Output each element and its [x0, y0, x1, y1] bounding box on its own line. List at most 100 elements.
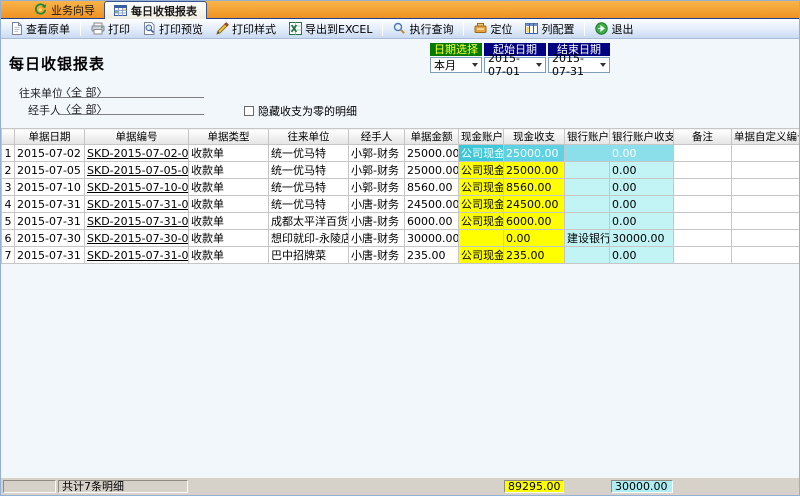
view-original-icon — [11, 22, 23, 35]
doc-no-link[interactable]: SKD-2015-07-02-0001 — [87, 147, 189, 160]
cell-bank-account — [565, 179, 610, 196]
doc-no-link[interactable]: SKD-2015-07-30-0002 — [87, 232, 189, 245]
cell-cash-amount: 235.00 — [504, 247, 565, 264]
cell-cash-account: 公司现金 — [459, 179, 504, 196]
chevron-down-icon — [536, 63, 542, 67]
toolbar-button-label: 定位 — [490, 21, 512, 37]
exit-button[interactable]: 退出 — [589, 20, 639, 37]
doc-no-link[interactable]: SKD-2015-07-05-0001 — [87, 164, 189, 177]
doc-no-link[interactable]: SKD-2015-07-10-0001 — [87, 181, 189, 194]
cell-remark — [674, 196, 732, 213]
column-header[interactable]: 现金账户 — [459, 129, 504, 145]
print-preview-button[interactable]: 打印预览 — [137, 20, 209, 37]
handler-filter-input[interactable]: 〈全 部〉 — [58, 101, 204, 115]
column-header[interactable]: 单据编号 — [85, 129, 189, 145]
cell-doc-date: 2015-07-31 — [15, 213, 85, 230]
partner-filter-input[interactable]: 〈全 部〉 — [58, 84, 204, 98]
cell-doc-date: 2015-07-30 — [15, 230, 85, 247]
cell-handler: 小唐-财务 — [349, 213, 405, 230]
start-date-select[interactable]: 2015-07-01 — [484, 57, 546, 73]
cell-bank-amount: 0.00 — [610, 145, 674, 162]
column-header[interactable]: 经手人 — [349, 129, 405, 145]
doc-no-link[interactable]: SKD-2015-07-31-0002 — [87, 249, 189, 262]
table-row[interactable]: 12015-07-02SKD-2015-07-02-0001收款单统一优马特小郭… — [2, 145, 800, 162]
cell-handler: 小郭-财务 — [349, 179, 405, 196]
handler-filter-label: 经手人 — [28, 102, 61, 118]
view-original-button[interactable]: 查看原单 — [5, 20, 76, 37]
cell-cash-account: 公司现金 — [459, 247, 504, 264]
hide-zero-checkbox[interactable] — [244, 106, 254, 116]
row-index: 4 — [2, 196, 15, 213]
cell-cash-account: 公司现金 — [459, 196, 504, 213]
tab-daily-cash-report[interactable]: 每日收银报表 — [104, 1, 207, 19]
cell-doc-date: 2015-07-05 — [15, 162, 85, 179]
print-style-icon — [216, 22, 229, 35]
cell-amount: 25000.00 — [405, 162, 459, 179]
export-excel-icon — [289, 22, 302, 35]
column-config-button[interactable]: 列配置 — [519, 20, 580, 37]
export-excel-button[interactable]: 导出到EXCEL — [283, 20, 378, 37]
row-index: 1 — [2, 145, 15, 162]
cell-amount: 30000.00 — [405, 230, 459, 247]
locate-button[interactable]: 定位 — [468, 20, 518, 37]
cell-amount: 24500.00 — [405, 196, 459, 213]
table-row[interactable]: 22015-07-05SKD-2015-07-05-0001收款单统一优马特小郭… — [2, 162, 800, 179]
toolbar-separator — [584, 22, 585, 36]
print-button[interactable]: 打印 — [85, 20, 136, 37]
cell-custom-no — [732, 213, 800, 230]
doc-no-link[interactable]: SKD-2015-07-31-0001 — [87, 198, 189, 211]
date-filter-panel: 日期选择 本月 起始日期 2015-07-01 结束日期 2015-07-31 — [430, 43, 610, 73]
column-header[interactable]: 备注 — [674, 129, 732, 145]
cell-custom-no — [732, 145, 800, 162]
date-mode-select[interactable]: 本月 — [430, 57, 482, 73]
end-date-select[interactable]: 2015-07-31 — [548, 57, 610, 73]
cell-doc-type: 收款单 — [189, 247, 269, 264]
cell-doc-no: SKD-2015-07-05-0001 — [85, 162, 189, 179]
column-header[interactable]: 单据日期 — [15, 129, 85, 145]
cell-custom-no — [732, 247, 800, 264]
cell-bank-account — [565, 196, 610, 213]
cell-bank-account — [565, 213, 610, 230]
search-icon — [393, 22, 406, 35]
toolbar-button-label: 打印样式 — [232, 21, 276, 37]
column-header[interactable]: 单据类型 — [189, 129, 269, 145]
hide-zero-checkbox-label: 隐藏收支为零的明细 — [258, 103, 357, 119]
cell-remark — [674, 145, 732, 162]
cell-doc-type: 收款单 — [189, 179, 269, 196]
cell-bank-amount: 30000.00 — [610, 230, 674, 247]
cell-doc-no: SKD-2015-07-31-0002 — [85, 247, 189, 264]
cell-bank-amount: 0.00 — [610, 213, 674, 230]
column-header[interactable]: 单据金额 — [405, 129, 459, 145]
execute-query-button[interactable]: 执行查询 — [387, 20, 459, 37]
toolbar-button-label: 退出 — [611, 21, 633, 37]
print-style-button[interactable]: 打印样式 — [210, 20, 282, 37]
cell-cash-account: 公司现金 — [459, 213, 504, 230]
table-row[interactable]: 62015-07-30SKD-2015-07-30-0002收款单想印就印-永陵… — [2, 230, 800, 247]
cell-bank-amount: 0.00 — [610, 196, 674, 213]
column-header[interactable]: 往来单位 — [269, 129, 349, 145]
table-row[interactable]: 42015-07-31SKD-2015-07-31-0001收款单统一优马特小唐… — [2, 196, 800, 213]
table-row[interactable]: 32015-07-10SKD-2015-07-10-0001收款单统一优马特小郭… — [2, 179, 800, 196]
row-index: 5 — [2, 213, 15, 230]
column-header[interactable]: 银行账户 — [565, 129, 610, 145]
chevron-down-icon — [472, 63, 478, 67]
column-header[interactable]: 现金收支 — [504, 129, 565, 145]
wizard-icon — [34, 3, 47, 16]
column-header[interactable]: 单据自定义编号 — [732, 129, 800, 145]
start-date-value: 2015-07-01 — [488, 52, 533, 78]
date-mode-value: 本月 — [434, 57, 456, 73]
print-icon — [91, 22, 105, 35]
cell-amount: 8560.00 — [405, 179, 459, 196]
corner-cell — [2, 129, 15, 145]
tab-label: 业务向导 — [51, 2, 95, 18]
cash-total: 89295.00 — [504, 480, 564, 493]
doc-no-link[interactable]: SKD-2015-07-31-0003 — [87, 215, 189, 228]
column-header[interactable]: 银行账户收支 — [610, 129, 674, 145]
cell-handler: 小唐-财务 — [349, 230, 405, 247]
table-row[interactable]: 52015-07-31SKD-2015-07-31-0003收款单成都太平洋百货… — [2, 213, 800, 230]
toolbar-button-label: 打印预览 — [159, 21, 203, 37]
tab-business-wizard[interactable]: 业务向导 — [25, 1, 104, 18]
cell-remark — [674, 179, 732, 196]
table-row[interactable]: 72015-07-31SKD-2015-07-31-0002收款单巴中招牌菜小唐… — [2, 247, 800, 264]
row-index: 6 — [2, 230, 15, 247]
